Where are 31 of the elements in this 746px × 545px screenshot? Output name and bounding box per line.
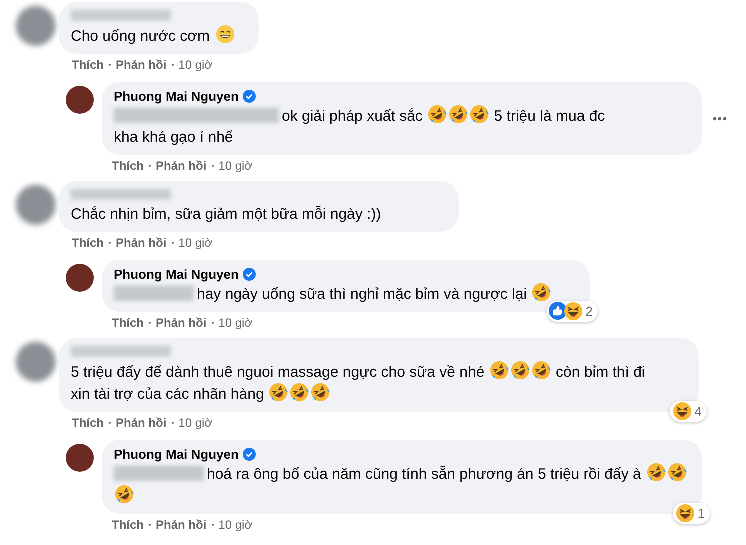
reaction-badge[interactable]: 4 (670, 401, 707, 422)
reaction-badge[interactable]: 1 (672, 503, 710, 524)
reaction-count: 1 (698, 504, 705, 522)
timestamp[interactable]: 10 giờ (178, 57, 213, 73)
action-link[interactable]: Phản hồi (116, 235, 167, 251)
action-link[interactable]: Phản hồi (116, 415, 167, 431)
author-name[interactable]: Phuong Mai Nguyen (114, 88, 239, 105)
action-link[interactable]: Phản hồi (156, 315, 207, 331)
author-name[interactable]: Phuong Mai Nguyen (114, 446, 239, 463)
action-link[interactable]: Thích (112, 517, 144, 533)
action-link[interactable]: Thích (72, 415, 104, 431)
action-link[interactable]: Thích (72, 57, 104, 73)
timestamp[interactable]: 10 giờ (178, 235, 213, 251)
timestamp[interactable]: 10 giờ (218, 517, 253, 533)
action-link[interactable]: Thích (112, 158, 144, 174)
action-link[interactable]: Thích (72, 235, 104, 251)
timestamp[interactable]: 10 giờ (218, 315, 253, 331)
action-link[interactable]: Thích (112, 315, 144, 331)
comment-text: ok giải pháp xuất sắc 5 triệu là mua đc kha khá gạo í nhể (114, 105, 630, 148)
timestamp[interactable]: 10 giờ (178, 415, 213, 431)
action-link[interactable]: Phản hồi (156, 517, 207, 533)
author-name[interactable]: Phuong Mai Nguyen (114, 266, 239, 283)
comment-text: Cho uống nước cơm (71, 25, 247, 47)
reaction-count: 4 (694, 402, 702, 420)
timestamp[interactable]: 10 giờ (218, 158, 253, 174)
comment-text: Chắc nhịn bỉm, sữa giảm một bữa mỗi ngày :)) (71, 205, 382, 225)
comment-text: 5 triệu đấy để dành thuê nguoi massage ngực cho sữa về nhé còn bỉm thì đi xin tài trợ của các nhãn hàng (71, 361, 649, 405)
action-link[interactable]: Phản hồi (116, 57, 167, 73)
reaction-badge[interactable]: 2 (546, 301, 598, 322)
reaction-count: 2 (586, 302, 593, 320)
action-link[interactable]: Phản hồi (156, 158, 207, 174)
